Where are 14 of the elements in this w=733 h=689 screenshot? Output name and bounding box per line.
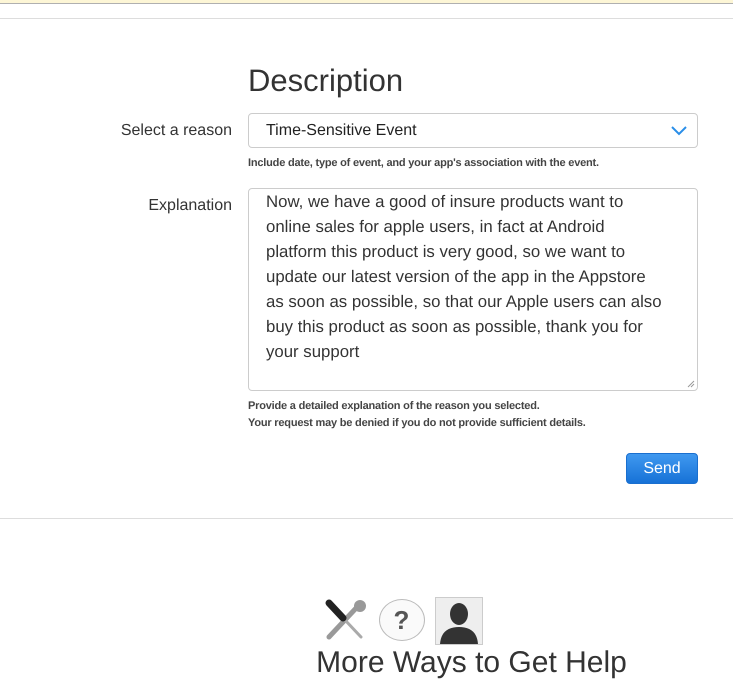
help-bubble-icon: ? [378, 599, 424, 641]
section-title: Description [248, 63, 404, 99]
reason-dropdown[interactable]: Time-Sensitive Event [248, 113, 698, 148]
chevron-down-icon [671, 126, 687, 136]
field-label: Select a reason [120, 121, 232, 141]
hint-text: Include date, type of event, and your app's association with the event. [248, 156, 600, 171]
hint-text: Your request may be denied if you do not provide sufficient details. [248, 416, 587, 431]
field-label: Explanation [147, 196, 232, 216]
section-title: More Ways to Get Help [315, 645, 628, 681]
person-icon [434, 597, 482, 645]
hint-text: Provide a detailed explanation of the reason you selected. [248, 399, 541, 414]
send-button[interactable]: Send [626, 453, 698, 484]
resize-grip-icon [687, 380, 695, 388]
explanation-textarea[interactable]: Now, we have a good of insure products want to online sales for apple users, in fact at Android platform this product is very good, so we want to update our latest version of the app in the Appstore as soon as possible, so that our Apple users can also buy this product as soon as possible, thank you for your support [248, 188, 698, 391]
